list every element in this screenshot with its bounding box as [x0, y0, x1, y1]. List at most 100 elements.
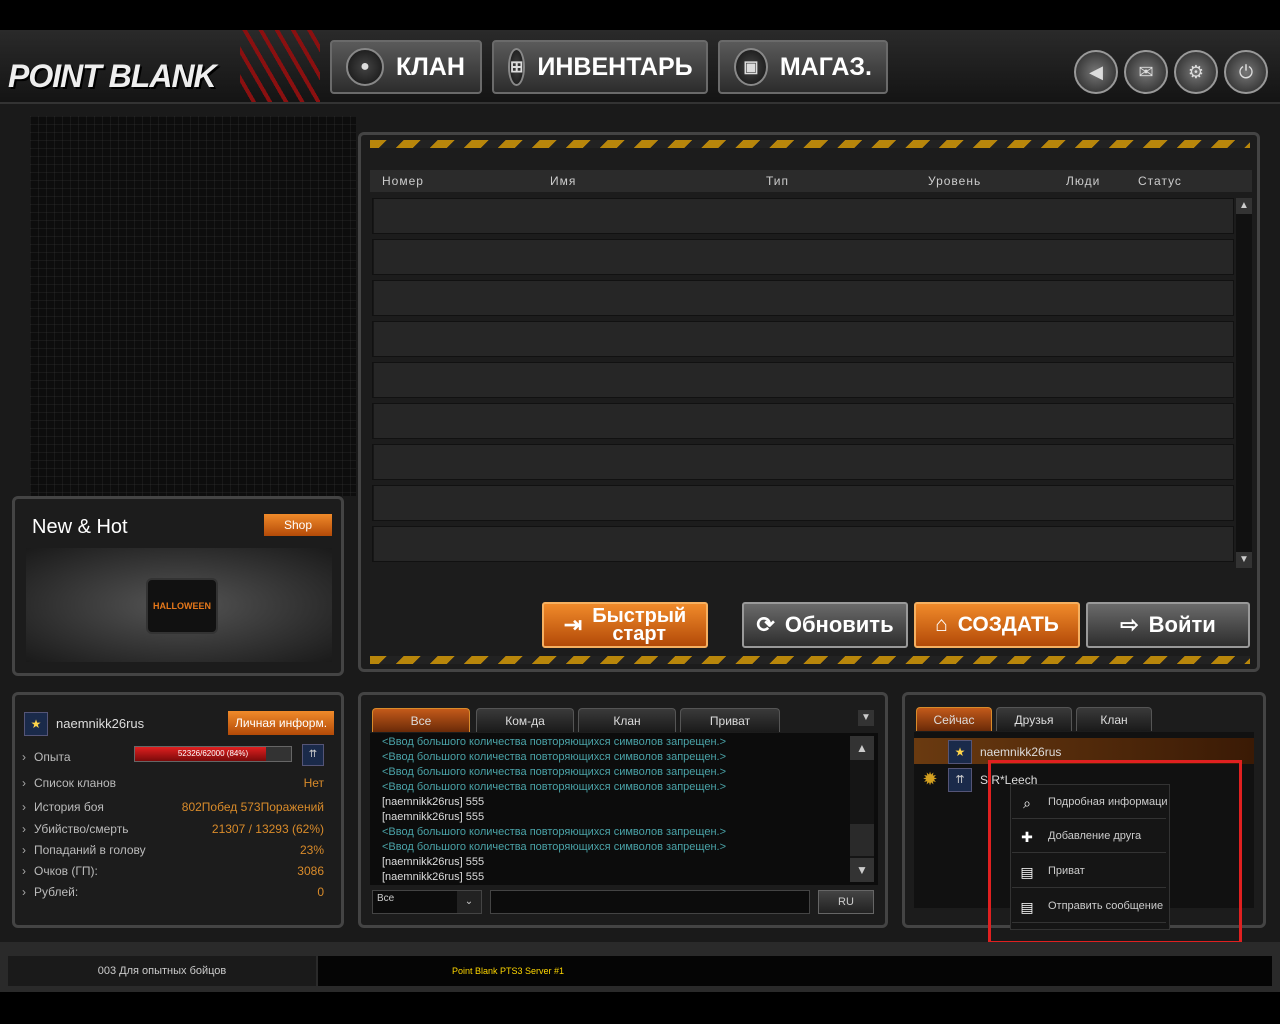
enter-icon: ⇨ [1120, 612, 1139, 637]
game-logo: POINT BLANK [8, 58, 217, 94]
hazard-stripe-bottom [370, 656, 1250, 664]
refresh-button[interactable]: ⟳ Обновить [742, 602, 908, 648]
col-level[interactable]: Уровень [928, 174, 981, 188]
new-hot-title: New & Hot [32, 516, 128, 538]
chat-scrollbar[interactable]: ▲ ▼ [850, 736, 874, 882]
chat-message: [naemnikk26rus] 555 [382, 856, 485, 868]
col-type[interactable]: Тип [766, 174, 789, 188]
experience-bar: 52326/62000 (84%) [134, 746, 292, 762]
rank-icon: ★ [948, 740, 972, 764]
shop-nav-button[interactable]: ▣ МАГАЗ. [718, 40, 888, 94]
personal-info-button[interactable]: Личная информ. [228, 711, 334, 735]
room-row[interactable] [372, 280, 1234, 316]
room-row[interactable] [372, 526, 1234, 562]
enter-room-button[interactable]: ⇨ Войти [1086, 602, 1250, 648]
cart-icon: ⊞ [508, 48, 526, 86]
chat-tab-all[interactable]: Все [372, 708, 470, 732]
col-name[interactable]: Имя [550, 174, 576, 188]
chevron-down-icon[interactable]: ⌄ [457, 891, 481, 913]
user-icon: ● [346, 48, 384, 86]
scroll-down-icon[interactable]: ▼ [1236, 552, 1252, 568]
friends-tab-now[interactable]: Сейчас [916, 707, 992, 731]
back-button[interactable]: ◀ [1074, 50, 1118, 94]
clan-nav-label: КЛАН [396, 52, 465, 81]
chat-message: <Ввод большого количества повторяющихся … [382, 841, 727, 853]
world-map-background [30, 116, 356, 496]
experience-text: 52326/62000 (84%) [177, 749, 249, 758]
settings-button[interactable]: ⚙ [1174, 50, 1218, 94]
quick-start-label-2: старт [612, 623, 667, 645]
clan-badge-icon: ✹ [922, 769, 938, 789]
chat-message: <Ввод большого количества повторяющихся … [382, 736, 727, 748]
chat-tab-team[interactable]: Ком-да [476, 708, 574, 732]
mail-icon: ✉ [1138, 61, 1154, 82]
chat-message: [naemnikk26rus] 555 [382, 796, 485, 808]
room-row[interactable] [372, 198, 1234, 234]
stat-label: Список кланов [34, 776, 116, 790]
exit-button[interactable]: ⏻ [1224, 50, 1268, 94]
room-list-scrollbar[interactable]: ▲ ▼ [1236, 198, 1252, 568]
room-table-header: Номер Имя Тип Уровень Люди Статус [370, 170, 1252, 192]
room-row[interactable] [372, 403, 1234, 439]
channel-name: 003 Для опытных бойцов [8, 956, 316, 986]
col-people[interactable]: Люди [1066, 174, 1100, 188]
chat-input[interactable] [490, 890, 810, 914]
stat-value: 3086 [297, 864, 324, 878]
create-label: СОЗДАТЬ [957, 613, 1059, 636]
chat-scroll-up-icon[interactable]: ▲ [850, 736, 874, 760]
friend-name: naemnikk26rus [980, 745, 1062, 759]
room-row[interactable] [372, 485, 1234, 521]
language-button[interactable]: RU [818, 890, 874, 914]
stat-label: История боя [34, 800, 104, 814]
scroll-up-icon[interactable]: ▲ [1236, 198, 1252, 214]
col-status[interactable]: Статус [1138, 174, 1182, 188]
friends-tab-friends[interactable]: Друзья [996, 707, 1072, 731]
mail-button[interactable]: ✉ [1124, 50, 1168, 94]
highlight-box [988, 760, 1242, 944]
chat-message: [naemnikk26rus] 555 [382, 811, 485, 823]
chat-message: <Ввод большого количества повторяющихся … [382, 751, 727, 763]
home-icon: ⌂ [935, 613, 948, 636]
chat-collapse-icon[interactable]: ▼ [858, 710, 874, 726]
stat-label: Попаданий в голову [34, 843, 146, 857]
chat-channel-value: Все [377, 893, 395, 904]
room-row[interactable] [372, 444, 1234, 480]
chat-message: [naemnikk26rus] 555 [382, 871, 485, 883]
stat-label: Очков (ГП): [34, 864, 98, 878]
inventory-nav-button[interactable]: ⊞ ИНВЕНТАРЬ [492, 40, 708, 94]
stat-value: 0 [317, 885, 324, 899]
chat-message: <Ввод большого количества повторяющихся … [382, 826, 727, 838]
stat-label: Убийство/смерть [34, 822, 129, 836]
server-name: Point Blank PTS3 Server #1 [318, 956, 1272, 986]
chat-scroll-thumb[interactable] [850, 824, 874, 856]
inventory-nav-label: ИНВЕНТАРЬ [537, 52, 693, 81]
chat-scroll-down-icon[interactable]: ▼ [850, 858, 874, 882]
col-number[interactable]: Номер [382, 174, 424, 188]
create-room-button[interactable]: ⌂ СОЗДАТЬ [914, 602, 1080, 648]
shop-nav-label: МАГАЗ. [779, 52, 872, 81]
chat-tab-clan[interactable]: Клан [578, 708, 676, 732]
room-row[interactable] [372, 362, 1234, 398]
logo-decoration [240, 30, 320, 102]
chat-message: <Ввод большого количества повторяющихся … [382, 781, 727, 793]
clan-nav-button[interactable]: ● КЛАН [330, 40, 482, 94]
refresh-icon: ⟳ [756, 612, 775, 637]
stat-label: Опыта [34, 750, 71, 764]
friends-tab-clan[interactable]: Клан [1076, 707, 1152, 731]
quick-start-icon: ⇥ [563, 612, 583, 637]
stat-value: Нет [303, 776, 324, 790]
quick-start-button[interactable]: ⇥ Быстрый старт [542, 602, 708, 648]
stat-value: 21307 / 13293 (62%) [211, 822, 324, 836]
stat-value: 802Побед 573Поражений [181, 800, 324, 814]
shop-button[interactable]: Shop [264, 514, 332, 536]
halloween-bag-image: HALLOWEEN [146, 578, 218, 634]
chat-tab-private[interactable]: Приват [680, 708, 780, 732]
enter-label: Войти [1148, 612, 1216, 637]
player-name: naemnikk26rus [56, 716, 145, 731]
room-row[interactable] [372, 239, 1234, 275]
chat-channel-select[interactable]: Все ⌄ [372, 890, 482, 914]
rank-icon: ★ [24, 712, 48, 736]
briefcase-icon: ▣ [734, 48, 768, 86]
room-row[interactable] [372, 321, 1234, 357]
chat-message: <Ввод большого количества повторяющихся … [382, 766, 727, 778]
